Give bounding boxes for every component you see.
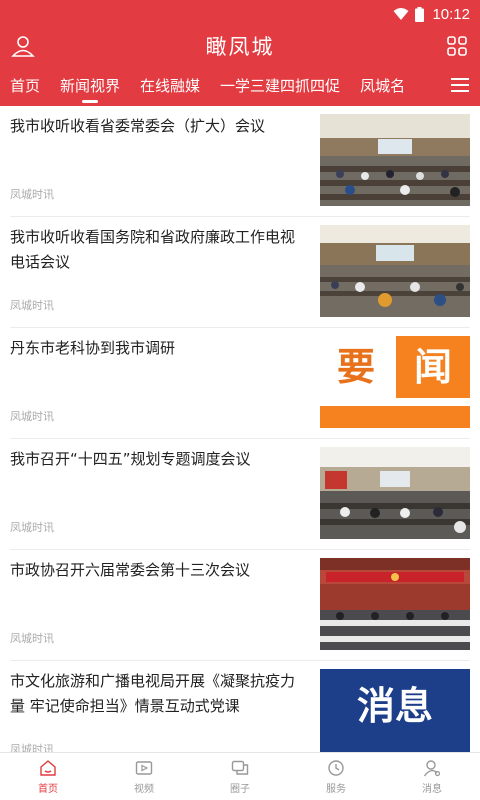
news-source: 凤城时讯 (10, 521, 54, 534)
news-item[interactable]: 丹东市老科协到我市调研 凤城时讯 要 闻 (10, 328, 470, 439)
user-icon[interactable] (10, 33, 36, 59)
news-source: 凤城时讯 (10, 410, 54, 423)
news-item[interactable]: 我市收听收看国务院和省政府廉政工作电视电话会议 凤城时讯 (10, 217, 470, 328)
xiaoxi-banner-thumbnail: 消息 (320, 669, 470, 752)
news-source: 凤城时讯 (10, 299, 54, 312)
meeting-photo-thumbnail (320, 225, 470, 317)
news-item[interactable]: 我市收听收看省委常委会（扩大）会议 凤城时讯 (10, 106, 470, 217)
tab-online-media[interactable]: 在线融媒 (130, 64, 210, 106)
app-screen: 10:12 瞰凤城 首页 新闻视界 在线融媒 一学三建四抓四促 凤城名 我市收听… (0, 0, 480, 800)
tab-fengcheng[interactable]: 凤城名 (350, 64, 415, 106)
grid-icon[interactable] (446, 35, 468, 57)
news-title: 我市召开“十四五”规划专题调度会议 (10, 450, 251, 468)
news-list: 我市收听收看省委常委会（扩大）会议 凤城时讯 我市收听收看国务院和省政府廉政工作… (0, 106, 480, 752)
video-icon (135, 761, 153, 775)
tab-news-vision[interactable]: 新闻视界 (50, 64, 130, 106)
meeting-photo-thumbnail (320, 558, 470, 650)
news-source: 凤城时讯 (10, 743, 54, 752)
tab-party-study[interactable]: 一学三建四抓四促 (210, 64, 350, 106)
tab-home[interactable]: 首页 (0, 64, 50, 106)
nav-service[interactable]: 服务 (288, 753, 384, 800)
nav-home[interactable]: 首页 (0, 753, 96, 800)
meeting-photo-thumbnail (320, 114, 470, 206)
news-title: 我市收听收看省委常委会（扩大）会议 (10, 117, 266, 135)
yaowen-char-1: 要 (337, 345, 375, 389)
news-item[interactable]: 市政协召开六届常委会第十三次会议 凤城时讯 (10, 550, 470, 661)
nav-home-label: 首页 (38, 784, 58, 795)
nav-message[interactable]: 消息 (384, 753, 480, 800)
nav-video[interactable]: 视频 (96, 753, 192, 800)
meeting-photo-thumbnail (320, 447, 470, 539)
clock-icon (328, 760, 344, 776)
app-header: 瞰凤城 (0, 28, 480, 64)
news-item[interactable]: 市文化旅游和广播电视局开展《凝聚抗疫力量 牢记使命担当》情景互动式党课 凤城时讯… (10, 661, 470, 752)
yaowen-banner-thumbnail: 要 闻 (320, 336, 470, 428)
wifi-icon (393, 8, 409, 20)
user-message-icon (423, 760, 441, 777)
channel-tabs: 首页 新闻视界 在线融媒 一学三建四抓四促 凤城名 (0, 64, 480, 106)
clock: 10:12 (432, 5, 470, 23)
news-item[interactable]: 我市召开“十四五”规划专题调度会议 凤城时讯 (10, 439, 470, 550)
chat-icon (231, 760, 249, 775)
menu-icon[interactable] (450, 75, 470, 95)
nav-circle-label: 圈子 (230, 784, 250, 795)
news-title: 我市收听收看国务院和省政府廉政工作电视电话会议 (10, 228, 296, 271)
status-bar: 10:12 (0, 0, 480, 28)
nav-circle[interactable]: 圈子 (192, 753, 288, 800)
news-title: 市文化旅游和广播电视局开展《凝聚抗疫力量 牢记使命担当》情景互动式党课 (10, 672, 296, 715)
nav-video-label: 视频 (134, 784, 154, 795)
nav-message-label: 消息 (422, 784, 442, 795)
home-icon (40, 760, 56, 776)
battery-icon (415, 6, 425, 22)
bottom-nav: 首页 视频 圈子 服务 消息 (0, 752, 480, 800)
yaowen-char-2: 闻 (414, 345, 452, 389)
news-title: 丹东市老科协到我市调研 (10, 339, 176, 357)
app-title: 瞰凤城 (205, 35, 275, 59)
nav-service-label: 服务 (326, 784, 346, 795)
xiaoxi-text: 消息 (357, 684, 433, 728)
news-title: 市政协召开六届常委会第十三次会议 (10, 561, 251, 579)
news-source: 凤城时讯 (10, 188, 54, 201)
news-source: 凤城时讯 (10, 632, 54, 645)
